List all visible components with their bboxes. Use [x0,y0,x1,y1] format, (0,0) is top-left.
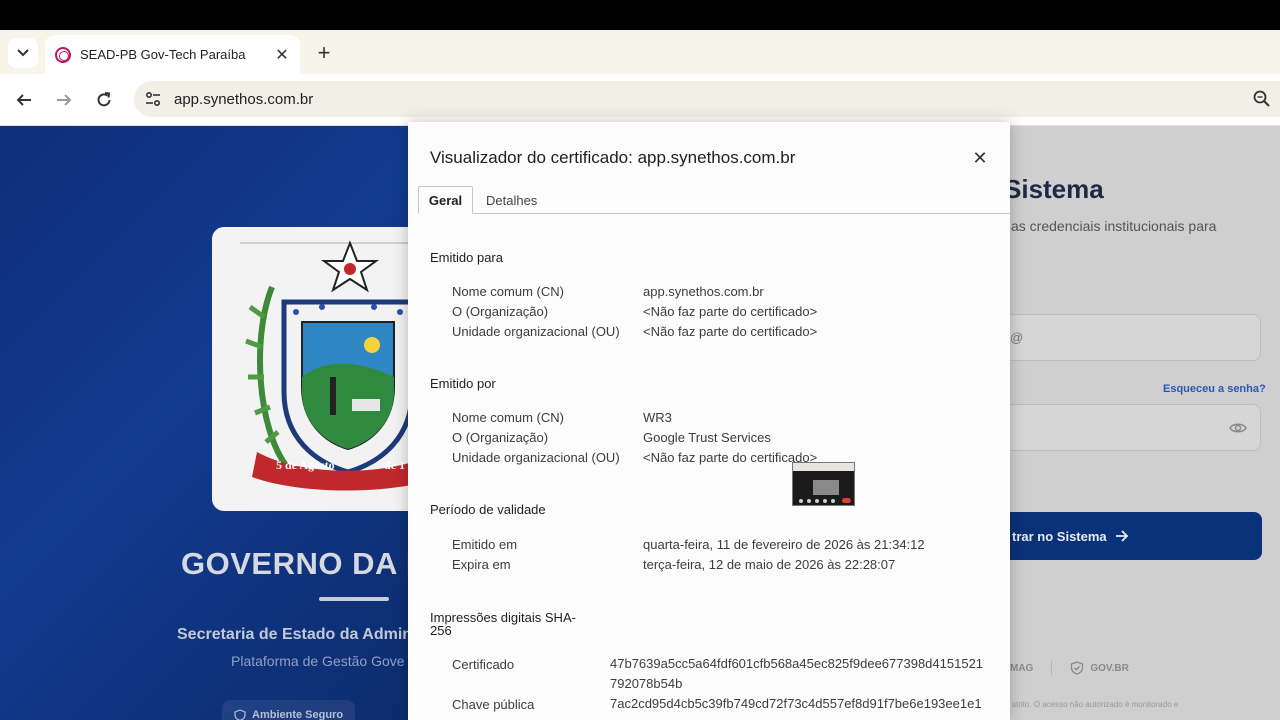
fingerprint-key-value: 7ac2cd95d4cb5c39fb749cd72f73c4d557ef8d91… [610,696,982,711]
site-favicon-icon [55,46,71,63]
footer-link-govbr-label: GOV.BR [1090,662,1129,674]
close-tab-icon[interactable]: ✕ [270,43,294,67]
new-tab-button[interactable]: + [310,39,338,67]
fingerprint-cert-value: 47b7639a5cc5a64fdf601cfb568a45ec825f9dee… [610,656,984,691]
legal-notice: strito. O acesso não autorizado é monito… [1012,700,1179,709]
issued-by-ou-label: Unidade organizacional (OU) [452,450,620,465]
section-fingerprints-heading: Impressões digitais SHA-256 [430,610,576,638]
secure-environment-badge: Ambiente Seguro [222,700,356,720]
shield-icon [234,709,246,720]
close-icon: ✕ [972,147,988,168]
browser-tab-active[interactable]: SEAD-PB Gov-Tech Paraíba ✕ [45,35,300,74]
thumbnail-control-icon [799,499,803,503]
site-info-button[interactable] [143,89,163,109]
certificate-viewer-dialog: Visualizador do certificado: app.synetho… [408,122,1010,720]
arrow-right-icon [1115,530,1128,542]
tune-icon [145,91,161,107]
forward-button[interactable] [50,86,78,114]
thumbnail-video-frame [813,480,839,495]
issued-on-value: quarta-feira, 11 de fevereiro de 2026 às… [643,537,925,552]
footer-divider [1051,660,1053,676]
crest-ribbon-text-right: de 1 [384,458,405,472]
thumbnail-control-icon [807,499,811,503]
tab-geral[interactable]: Geral [418,186,473,214]
issued-to-o-value: <Não faz parte do certificado> [643,304,818,319]
dialog-title: Visualizador do certificado: app.synetho… [430,148,796,167]
crest-ribbon-text: 5 de Agosto [276,458,335,472]
chevron-down-icon [17,49,29,57]
eye-icon[interactable] [1229,419,1247,437]
reload-button[interactable] [90,86,118,114]
username-input[interactable] [1010,314,1261,361]
reload-icon [97,92,111,107]
issued-by-o-value: Google Trust Services [643,430,771,445]
secure-environment-label: Ambiente Seguro [252,709,344,720]
hero-title: GOVERNO DA P [181,546,427,581]
footer-link-mag[interactable]: MAG [1010,663,1033,674]
arrow-right-icon [57,94,72,106]
thumbnail-control-icon [815,499,819,503]
tab-title: SEAD-PB Gov-Tech Paraíba [80,47,246,62]
arrow-left-icon [16,94,31,106]
fingerprint-key-label: Chave pública [452,697,535,712]
issued-to-ou-value: <Não faz parte do certificado> [643,324,818,339]
login-title: Sistema [1010,174,1104,204]
screen-top-bar [0,0,1280,30]
issued-to-cn-label: Nome comum (CN) [452,284,564,299]
login-submit-button[interactable]: trar no Sistema [1010,512,1262,560]
issued-by-cn-label: Nome comum (CN) [452,410,564,425]
password-input[interactable] [1010,404,1261,451]
issued-to-ou-label: Unidade organizacional (OU) [452,324,620,339]
expires-on-value: terça-feira, 12 de maio de 2026 às 22:28… [643,557,896,572]
expires-on-label: Expira em [452,557,511,572]
issued-to-cn-value: app.synethos.com.br [643,284,764,299]
hero-underline [319,597,389,601]
thumbnail-titlebar [793,463,854,471]
thumbnail-control-icon [831,499,835,503]
footer-links: MAG GOV.BR [1010,660,1129,676]
back-button[interactable] [10,86,38,114]
video-call-thumbnail[interactable] [792,462,855,506]
username-input-text: @ [1010,330,1024,345]
section-validity-heading: Período de validade [430,502,546,517]
hero-secretaria: Secretaria de Estado da Admin [177,626,413,643]
end-call-icon [842,498,851,503]
hero-plataforma: Plataforma de Gestão Gove [231,653,405,669]
login-panel: Sistema as credenciais institucionais pa… [1010,126,1280,720]
issued-by-cn-value: WR3 [643,410,672,425]
url-text[interactable]: app.synethos.com.br [174,91,313,108]
footer-link-govbr[interactable]: GOV.BR [1070,661,1129,675]
login-subtitle: as credenciais institucionais para [1011,218,1217,234]
dialog-tabs: Geral Detalhes [418,186,1010,214]
thumbnail-control-icon [823,499,827,503]
issued-by-o-label: O (Organização) [452,430,549,445]
section-issued-to-heading: Emitido para [430,250,503,265]
zoom-icon[interactable] [1252,89,1272,109]
tab-search-button[interactable] [8,38,38,68]
section-issued-by-heading: Emitido por [430,376,496,391]
forgot-password-link[interactable]: Esqueceu a senha? [1163,383,1266,395]
fingerprint-cert-label: Certificado [452,657,515,672]
close-dialog-button[interactable]: ✕ [968,146,992,170]
shield-icon [1071,661,1084,675]
login-submit-label: trar no Sistema [1012,528,1107,544]
tab-detalhes[interactable]: Detalhes [486,193,537,208]
issued-to-o-label: O (Organização) [452,304,549,319]
issued-on-label: Emitido em [452,537,518,552]
